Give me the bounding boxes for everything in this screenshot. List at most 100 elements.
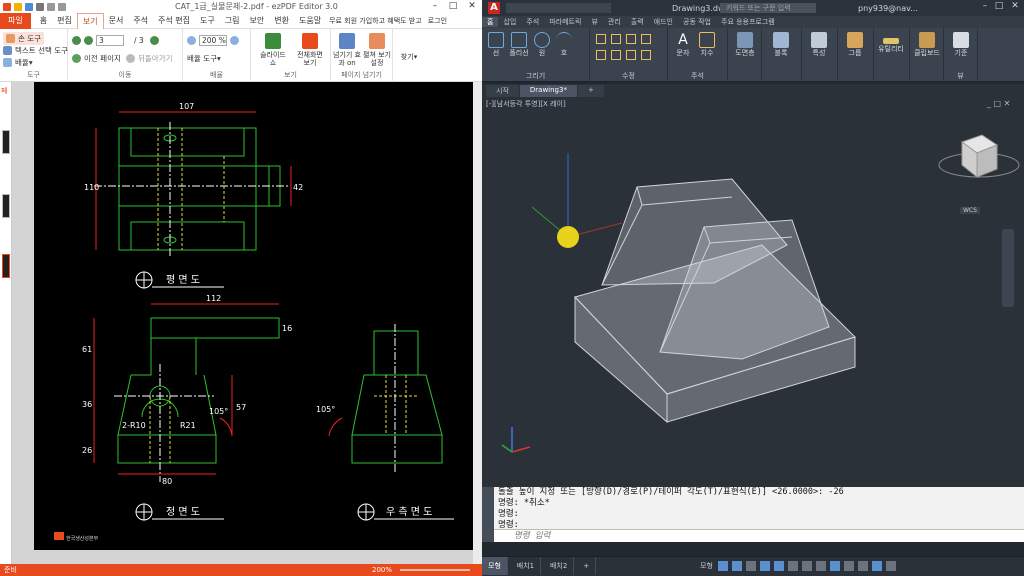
fullscreen-button[interactable]: 전체화면 보기 — [293, 33, 327, 67]
page-effect-button[interactable]: 넘기기 효과 on — [333, 33, 361, 67]
grid-toggle-icon[interactable] — [718, 561, 728, 571]
autocad-logo-icon[interactable]: A — [488, 2, 500, 14]
spread-view-button[interactable]: 펼쳐 보기 설정 — [363, 33, 391, 67]
new-tab-button[interactable]: + — [577, 85, 604, 97]
prev-page-icon[interactable] — [84, 36, 93, 45]
groups-button[interactable]: 그룹 — [844, 32, 866, 57]
cad-tab-collaborate[interactable]: 공동 작업 — [678, 17, 716, 27]
thumbnail-page-1[interactable] — [2, 130, 10, 154]
previous-view-button[interactable]: 이전 페이지 — [72, 53, 121, 64]
layout-tab-1[interactable]: 배치1 — [511, 557, 542, 575]
cad-tab-annotate[interactable]: 주석 — [521, 17, 544, 27]
move-icon[interactable] — [596, 34, 606, 44]
close-button[interactable]: ✕ — [465, 0, 479, 13]
thumbnail-page-2[interactable] — [2, 194, 10, 218]
thumbnail-page-3[interactable] — [2, 254, 10, 278]
find-button[interactable]: 찾기▾ — [397, 53, 421, 61]
cad-close-button[interactable]: ✕ — [1008, 0, 1022, 13]
go-back-button[interactable]: 뒤돌아가기 — [126, 53, 173, 64]
tab-view[interactable]: 보기 — [76, 12, 104, 29]
isolate-objects-icon[interactable] — [858, 561, 868, 571]
thumbnail-tab[interactable]: 페 — [1, 86, 7, 96]
cad-tab-parametric[interactable]: 파라메트릭 — [544, 17, 586, 27]
line-button[interactable]: 선 — [486, 32, 506, 57]
transparency-toggle-icon[interactable] — [816, 561, 826, 571]
utilities-button[interactable]: 유틸리티 — [878, 32, 904, 53]
tab-home[interactable]: 홈 — [35, 13, 52, 29]
maximize-button[interactable]: □ — [446, 0, 460, 13]
tab-comment[interactable]: 주석 — [128, 13, 153, 29]
layout-tab-2[interactable]: 배치2 — [544, 557, 575, 575]
save-icon[interactable] — [25, 2, 33, 11]
cad-tab-addins[interactable]: 애드인 — [649, 17, 678, 27]
wcs-label[interactable]: WCS — [960, 207, 980, 214]
block-button[interactable]: 블록 — [770, 32, 792, 57]
cad-tab-manage[interactable]: 관리 — [603, 17, 626, 27]
doc-tab-start[interactable]: 시작 — [486, 85, 519, 97]
cad-3d-viewport[interactable]: [-][남서등각 투영][X 레이] WCS _ □ ✕ — [482, 97, 1024, 487]
cad-tab-view[interactable]: 뷰 — [586, 17, 602, 27]
doc-tab-drawing3[interactable]: Drawing3* — [519, 85, 577, 97]
layer-button[interactable]: 도면층 — [734, 32, 756, 57]
status-model-label[interactable]: 모형 — [700, 561, 713, 571]
quick-access-toolbar[interactable] — [506, 3, 611, 13]
hardware-acceleration-icon[interactable] — [872, 561, 882, 571]
command-line-handle[interactable] — [482, 487, 494, 542]
minimize-button[interactable]: – — [428, 0, 442, 13]
tab-convert[interactable]: 변환 — [269, 13, 294, 29]
zoom-tool-button[interactable]: 배율 ▾ — [3, 57, 33, 68]
polar-toggle-icon[interactable] — [760, 561, 770, 571]
add-layout-button[interactable]: + — [577, 557, 597, 575]
pdf-vertical-scrollbar[interactable] — [473, 82, 482, 564]
page-number-input[interactable]: 3 — [96, 35, 124, 46]
text-button[interactable]: A 문자 — [672, 32, 694, 57]
tab-security[interactable]: 보안 — [245, 13, 270, 29]
redo-icon[interactable] — [58, 2, 66, 11]
lineweight-toggle-icon[interactable] — [802, 561, 812, 571]
tab-comment-edit[interactable]: 주석 편집 — [153, 13, 195, 29]
tab-tools[interactable]: 도구 — [195, 13, 220, 29]
viewport-window-controls[interactable]: _ □ ✕ — [987, 99, 1010, 108]
signup-link[interactable]: 무료 회원 가입하고 혜택도 받고 — [326, 13, 425, 29]
undo-icon[interactable] — [47, 2, 55, 11]
copy-icon[interactable] — [596, 49, 606, 60]
slideshow-button[interactable]: 슬라이드쇼 — [257, 33, 289, 67]
ortho-toggle-icon[interactable] — [746, 561, 756, 571]
tab-document[interactable]: 문서 — [104, 13, 129, 29]
cad-minimize-button[interactable]: – — [978, 0, 992, 13]
osnap-toggle-icon[interactable] — [774, 561, 784, 571]
tab-help[interactable]: 도움말 — [294, 13, 326, 29]
fillet-icon[interactable] — [626, 49, 636, 60]
cad-tab-output[interactable]: 출력 — [626, 17, 649, 27]
command-input[interactable]: 명령 입력 — [494, 529, 1024, 542]
tab-edit[interactable]: 편집 — [52, 13, 77, 29]
mirror-icon[interactable] — [611, 49, 621, 60]
navigation-bar[interactable] — [1002, 229, 1014, 307]
tab-image[interactable]: 그림 — [220, 13, 245, 29]
customization-menu-icon[interactable] — [886, 561, 896, 571]
text-select-tool-button[interactable]: 텍스트 선택 도구 — [3, 45, 68, 56]
rotate-icon[interactable] — [611, 34, 621, 44]
snap-toggle-icon[interactable] — [732, 561, 742, 571]
erase-icon[interactable] — [641, 34, 651, 44]
clipboard-button[interactable]: 클립보드 — [914, 32, 940, 57]
next-page-icon[interactable] — [149, 36, 159, 45]
zoom-input[interactable]: 200 % — [199, 35, 227, 46]
zoom-in-icon[interactable] — [230, 36, 239, 45]
open-icon[interactable] — [14, 2, 22, 11]
otrack-toggle-icon[interactable] — [788, 561, 798, 571]
print-icon[interactable] — [36, 2, 44, 11]
base-view-button[interactable]: 기준 — [948, 32, 974, 57]
cad-tab-featured[interactable]: 주요 응용프로그램 — [716, 17, 780, 27]
cad-tab-home[interactable]: 홈 — [482, 17, 499, 27]
circle-button[interactable]: 원 — [532, 32, 552, 57]
zoom-menu-button[interactable]: 배율 도구 ▾ — [187, 53, 221, 64]
polyline-button[interactable]: 폴리선 — [508, 32, 530, 57]
hand-tool-button[interactable]: 손 도구 — [3, 32, 45, 45]
workspace-gear-icon[interactable] — [844, 561, 854, 571]
search-input[interactable]: 키워드 또는 구문 입력 — [720, 3, 816, 13]
dimension-button[interactable]: 치수 — [696, 32, 718, 57]
annotation-scale-icon[interactable] — [830, 561, 840, 571]
trim-icon[interactable] — [626, 34, 636, 44]
properties-button[interactable]: 특성 — [808, 32, 830, 57]
